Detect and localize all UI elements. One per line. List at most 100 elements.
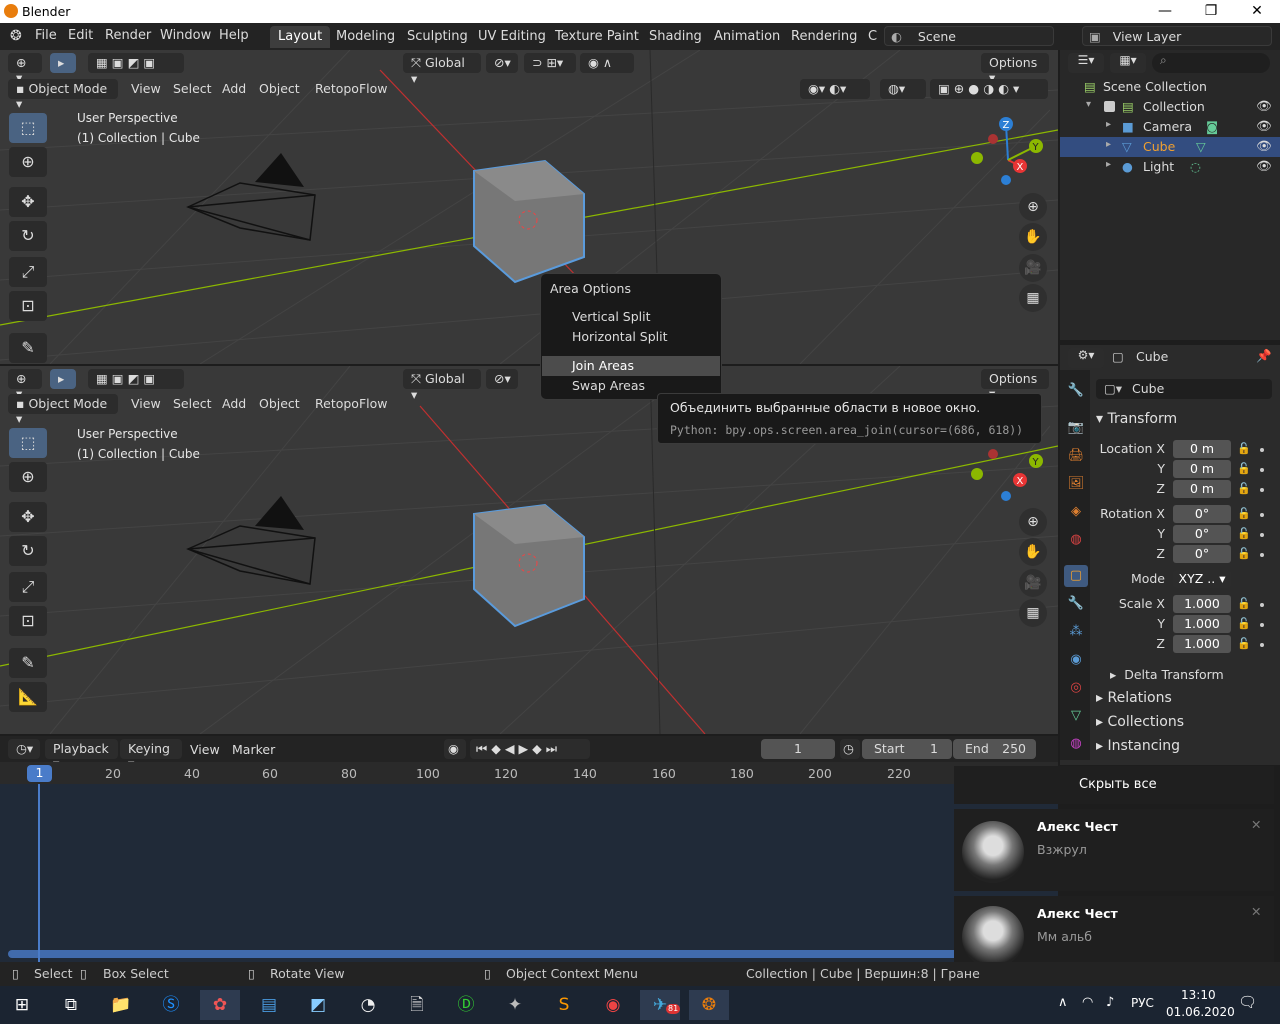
tab-rendering[interactable]: Rendering	[783, 26, 865, 48]
options-button-2[interactable]: Options ▾	[981, 369, 1049, 401]
timeline-body[interactable]	[0, 784, 1058, 962]
orientation-dropdown[interactable]: ⤧ Global ▾	[403, 53, 481, 86]
lock-icon[interactable]: 🔓	[1237, 597, 1251, 610]
clock-app-icon[interactable]: ◔	[348, 990, 388, 1020]
eye-icon[interactable]: 👁	[1256, 138, 1272, 154]
output-tab-icon[interactable]: 🖨	[1064, 445, 1088, 467]
windows-start-icon[interactable]: ⊞	[2, 990, 42, 1020]
camera-view-icon-2[interactable]: 🎥	[1019, 569, 1047, 597]
tab-more[interactable]: C	[860, 26, 885, 48]
visibility-overlays[interactable]: ◉▾ ◐▾	[800, 79, 870, 99]
world-tab-icon[interactable]: ◍	[1064, 529, 1088, 551]
expand-arrow-icon[interactable]: ▸	[1106, 139, 1111, 150]
particles-tab-icon[interactable]: ⁂	[1064, 621, 1088, 643]
selection-modes[interactable]: ▦▣◩▣	[88, 53, 184, 73]
vp2-menu-add[interactable]: Add	[222, 396, 246, 411]
mesh-data-tab-icon[interactable]: ▽	[1064, 705, 1088, 727]
shading-modes[interactable]: ▣⊕●◑◐▾	[930, 79, 1048, 99]
view-layer-tab-icon[interactable]: 🖼	[1064, 473, 1088, 495]
menu-help[interactable]: Help	[219, 28, 249, 43]
sublime-text-icon[interactable]: S	[544, 990, 584, 1020]
keyframe-dot-icon[interactable]	[1260, 468, 1264, 472]
document-app-icon[interactable]: 🗎	[397, 990, 437, 1020]
eye-icon[interactable]: 👁	[1256, 98, 1272, 114]
timeline-menu-view[interactable]: View	[190, 742, 220, 757]
timeline-scrollbar[interactable]	[8, 950, 1048, 958]
expand-arrow-icon[interactable]: ▸	[1106, 119, 1111, 130]
scale-z-field[interactable]: 1.000	[1173, 635, 1231, 653]
keyframe-dot-icon[interactable]	[1260, 488, 1264, 492]
scene-tab-icon[interactable]: ◈	[1064, 501, 1088, 523]
paint-app-icon[interactable]: ✿	[200, 990, 240, 1020]
ortho-grid-icon[interactable]: ▦	[1019, 284, 1047, 312]
outliner-item-collection[interactable]: ▾ ▤ Collection 👁	[1060, 97, 1280, 117]
modifier-tab-icon[interactable]: 🔧	[1064, 593, 1088, 615]
object-tab-icon[interactable]: ▢	[1064, 565, 1088, 587]
constraints-tab-icon[interactable]: ◎	[1064, 677, 1088, 699]
editor-type-button-2[interactable]: ⊕ ▾	[8, 369, 42, 401]
outliner-filter-icon[interactable]: ▦▾	[1110, 53, 1146, 73]
scale-tool-icon[interactable]: ⤢	[9, 257, 47, 287]
menu-window[interactable]: Window	[160, 28, 211, 43]
lock-icon[interactable]: 🔓	[1237, 547, 1251, 560]
ortho-grid-icon-2[interactable]: ▦	[1019, 599, 1047, 627]
select-box-tool-icon-2[interactable]: ⬚	[9, 428, 47, 458]
pivot-dropdown[interactable]: ⊘▾	[486, 53, 518, 73]
measure-tool-icon[interactable]: 📐	[9, 682, 47, 712]
playhead-frame[interactable]: 1	[27, 765, 52, 782]
tab-layout[interactable]: Layout	[270, 26, 331, 48]
keyframe-dot-icon[interactable]	[1260, 553, 1264, 557]
outliner-item-light[interactable]: ▸ ● Light ◌ 👁	[1060, 157, 1280, 177]
vp-menu-add[interactable]: Add	[222, 81, 246, 96]
vp2-menu-view[interactable]: View	[131, 396, 161, 411]
rotate-tool-icon-2[interactable]: ↻	[9, 536, 47, 566]
navigation-gizmo-2[interactable]: X Y	[968, 436, 1048, 506]
scene-selector[interactable]: ◐ Scene	[884, 26, 1054, 46]
location-y-field[interactable]: 0 m	[1173, 460, 1231, 478]
tab-uv-editing[interactable]: UV Editing	[470, 26, 554, 48]
keyframe-dot-icon[interactable]	[1260, 603, 1264, 607]
blender-menu-icon[interactable]: ❂	[10, 28, 22, 44]
outliner-scene-collection[interactable]: ▤ Scene Collection	[1060, 77, 1280, 97]
volume-icon[interactable]: ♪	[1106, 995, 1114, 1010]
mode-dropdown[interactable]: ▪ Object Mode ▾	[8, 79, 118, 111]
close-button[interactable]: ✕	[1234, 0, 1280, 23]
preview-range-icon[interactable]: ◷	[840, 739, 860, 759]
menu-item-join-areas[interactable]: Join Areas	[542, 356, 720, 376]
vp2-menu-select[interactable]: Select	[173, 396, 212, 411]
vp-menu-retopoflow[interactable]: RetopoFlow	[315, 81, 387, 96]
menu-item-vertical-split[interactable]: Vertical Split	[542, 307, 720, 327]
datablock-field[interactable]: ▢▾ Cube	[1096, 379, 1272, 399]
instancing-header[interactable]: ▸ Instancing	[1096, 738, 1180, 754]
lock-icon[interactable]: 🔓	[1237, 482, 1251, 495]
physics-tab-icon[interactable]: ◉	[1064, 649, 1088, 671]
menu-edit[interactable]: Edit	[68, 28, 93, 43]
checkbox-icon[interactable]	[1104, 101, 1115, 112]
snap-toggle[interactable]: ⊃ ⊞▾	[524, 53, 576, 73]
task-view-icon[interactable]: ⧉	[51, 990, 91, 1020]
lock-icon[interactable]: 🔓	[1237, 527, 1251, 540]
auto-keying-icon[interactable]: ◉	[444, 739, 466, 759]
skype-icon[interactable]: Ⓢ	[151, 990, 191, 1020]
d-app-icon[interactable]: Ⓓ	[446, 990, 486, 1020]
tab-sculpting[interactable]: Sculpting	[399, 26, 476, 48]
pivot-dropdown-2[interactable]: ⊘▾	[486, 369, 518, 389]
rotate-tool-icon[interactable]: ↻	[9, 221, 47, 251]
timeline-menu-marker[interactable]: Marker	[232, 742, 275, 757]
tab-texture-paint[interactable]: Texture Paint	[547, 26, 647, 48]
game-app-icon[interactable]: ✦	[495, 990, 535, 1020]
notes-app-icon[interactable]: ◩	[298, 990, 338, 1020]
zoom-icon-2[interactable]: ⊕	[1019, 508, 1047, 536]
expand-arrow-icon[interactable]: ▸	[1106, 159, 1111, 170]
language-indicator[interactable]: РУС	[1131, 996, 1154, 1010]
vp2-menu-object[interactable]: Object	[259, 396, 300, 411]
render-tab-icon[interactable]: 📷	[1064, 417, 1088, 439]
expand-arrow-icon[interactable]: ▾	[1086, 99, 1091, 110]
chrome-icon[interactable]: ◉	[593, 990, 633, 1020]
lock-icon[interactable]: 🔓	[1237, 617, 1251, 630]
keyframe-dot-icon[interactable]	[1260, 513, 1264, 517]
pan-hand-icon[interactable]: ✋	[1019, 223, 1047, 251]
keyframe-dot-icon[interactable]	[1260, 643, 1264, 647]
minimize-button[interactable]: —	[1142, 0, 1188, 23]
tool-tab-icon[interactable]: 🔧	[1064, 380, 1088, 402]
